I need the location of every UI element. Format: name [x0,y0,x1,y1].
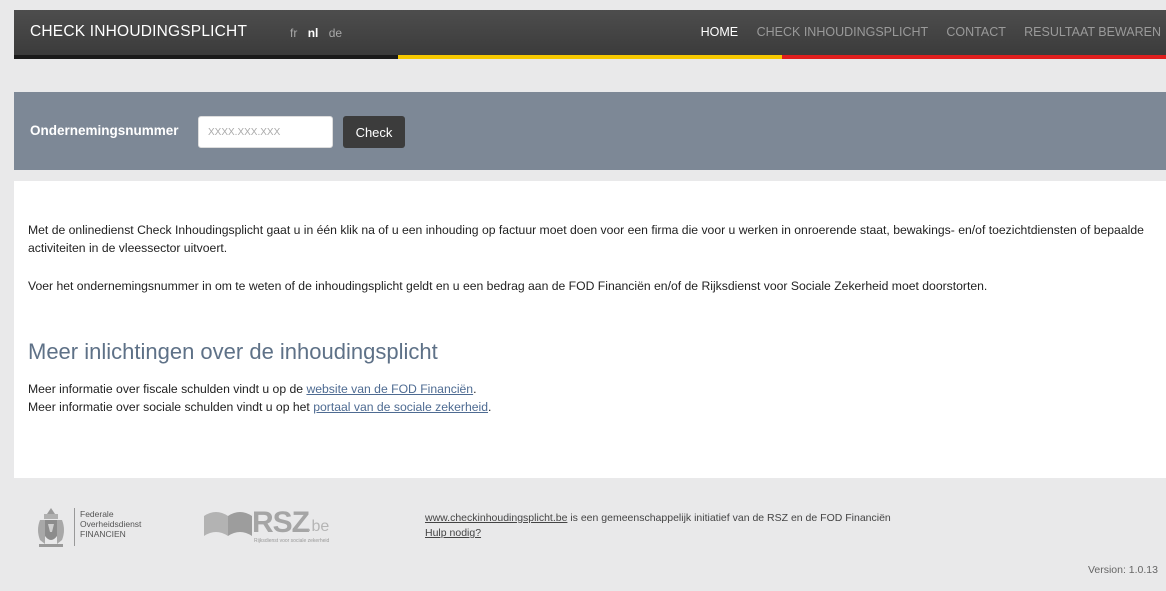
social-security-portal-link[interactable]: portaal van de sociale zekerheid [313,400,488,414]
fod-line-3: FINANCIEN [80,529,126,539]
navbar: CHECK INHOUDINGSPLICHT fr nl de HOME CHE… [14,10,1166,55]
belgian-coat-of-arms-icon [38,508,64,547]
fod-line-1: Federale [80,509,114,519]
fiscal-info-line: Meer informatie over fiscale schulden vi… [28,380,1153,398]
info-heading: Meer inlichtingen over de inhoudingsplic… [28,339,438,364]
flag-stripe [14,55,1166,59]
nav-contact[interactable]: CONTACT [946,25,1005,39]
social-info-suffix: . [488,400,492,414]
brand-title[interactable]: CHECK INHOUDINGSPLICHT [30,23,247,41]
lang-de[interactable]: de [329,26,342,40]
rsz-logo-text: RSZ [252,506,310,539]
intro-paragraph-2: Voer het ondernemingsnummer in om te wet… [28,279,988,293]
social-info-text: Meer informatie over sociale schulden vi… [28,400,314,414]
site-link[interactable]: www.checkinhoudingsplicht.be [425,512,567,524]
fiscal-info-suffix: . [473,382,477,396]
enterprise-number-input[interactable] [198,116,333,148]
footer-info: www.checkinhoudingsplicht.be is een geme… [425,511,891,541]
initiative-text: is een gemeenschappelijk initiatief van … [567,512,891,524]
nav-save-result[interactable]: RESULTAAT BEWAREN [1024,25,1161,39]
flag-red [782,55,1166,59]
nav-home[interactable]: HOME [701,25,739,39]
footer: Federale Overheidsdienst FINANCIEN RSZ .… [14,478,1166,591]
lang-fr[interactable]: fr [290,26,297,40]
language-switcher: fr nl de [290,26,349,40]
rsz-logo-domain: .be [307,518,330,535]
search-band: Ondernemingsnummer Check [14,92,1166,170]
footer-help-line: Hulp nodig? [425,526,891,541]
fod-logo-text: Federale Overheidsdienst FINANCIEN [80,509,141,539]
main-content: Met de onlinedienst Check Inhoudingsplic… [14,181,1166,478]
version-label: Version: 1.0.13 [1087,564,1158,576]
rsz-logo-subtitle: Rijksdienst voor sociale zekerheid [254,538,330,544]
intro-paragraph-1: Met de onlinedienst Check Inhoudingsplic… [28,223,1144,255]
social-info-line: Meer informatie over sociale schulden vi… [28,398,1153,416]
fod-divider [74,508,75,546]
fod-financien-link[interactable]: website van de FOD Financiën [306,382,473,396]
flag-yellow [398,55,782,59]
help-link[interactable]: Hulp nodig? [425,527,481,539]
rsz-logo: RSZ .be Rijksdienst voor sociale zekerhe… [202,504,342,551]
check-button[interactable]: Check [343,116,405,148]
enterprise-number-label: Ondernemingsnummer [30,123,179,138]
footer-initiative-line: www.checkinhoudingsplicht.be is een geme… [425,511,891,526]
lang-nl[interactable]: nl [308,26,319,40]
flag-black [14,55,398,59]
fiscal-info-text: Meer informatie over fiscale schulden vi… [28,382,307,396]
nav-check[interactable]: CHECK INHOUDINGSPLICHT [757,25,928,39]
main-nav: HOME CHECK INHOUDINGSPLICHT CONTACT RESU… [686,25,1161,39]
fod-line-2: Overheidsdienst [80,519,142,529]
